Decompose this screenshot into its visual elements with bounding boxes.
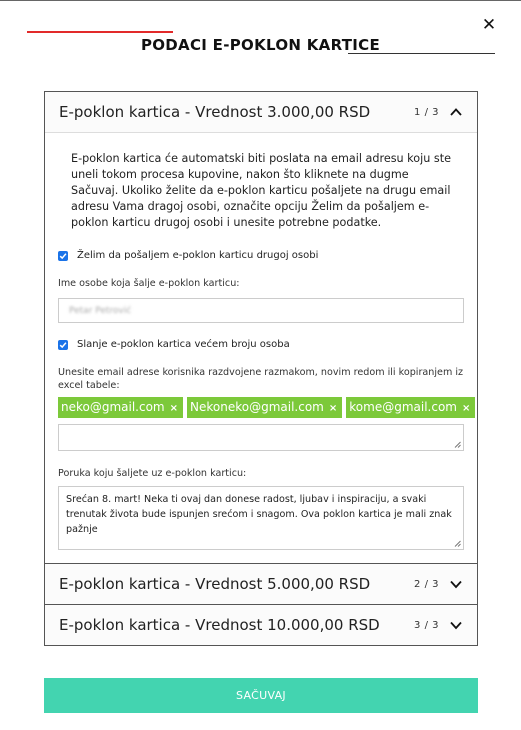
- multiple-recipients-label: Slanje e-poklon kartica većem broju osob…: [77, 339, 290, 350]
- emails-label: Unesite email adrese korisnika razdvojen…: [58, 367, 464, 391]
- message-label: Poruka koju šaljete uz e-poklon karticu:: [58, 468, 247, 479]
- email-tag-text: kome@gmail.com: [349, 400, 457, 414]
- sender-name-value: Petar Petrović: [69, 305, 132, 316]
- save-button[interactable]: SAČUVAJ: [44, 678, 478, 713]
- title-accent-line: [27, 31, 173, 33]
- email-tag-text: neko@gmail.com: [61, 400, 165, 414]
- multiple-recipients-checkbox[interactable]: [58, 339, 68, 350]
- multiple-recipients-row: Slanje e-poklon kartica većem broju osob…: [58, 339, 464, 350]
- accordion-header-card-1[interactable]: E-poklon kartica - Vrednost 3.000,00 RSD…: [45, 92, 477, 132]
- chevron-down-icon[interactable]: [449, 618, 463, 632]
- email-tag: neko@gmail.com ×: [58, 397, 184, 418]
- resize-grip-icon[interactable]: [454, 540, 461, 547]
- accordion-controls: 1 / 3: [414, 105, 463, 119]
- accordion-header-card-2[interactable]: E-poklon kartica - Vrednost 5.000,00 RSD…: [45, 564, 477, 604]
- message-text: Srećan 8. mart! Neka ti ovaj dan donese …: [66, 494, 452, 535]
- checkbox-checked-icon: [59, 341, 67, 348]
- accordion-header-card-3[interactable]: E-poklon kartica - Vrednost 10.000,00 RS…: [45, 605, 477, 645]
- send-to-other-label: Želim da pošaljem e-poklon karticu drugo…: [77, 250, 319, 261]
- remove-tag-icon[interactable]: ×: [329, 403, 337, 414]
- accordion-controls: 3 / 3: [414, 618, 463, 632]
- card-counter: 2 / 3: [414, 578, 439, 590]
- chevron-up-icon[interactable]: [449, 105, 463, 119]
- card-counter: 1 / 3: [414, 106, 439, 118]
- send-to-other-checkbox[interactable]: [58, 250, 68, 261]
- email-tag: Nekoneko@gmail.com ×: [187, 397, 343, 418]
- resize-grip-icon[interactable]: [454, 441, 461, 448]
- gift-card-modal: ✕ PODACI E-POKLON KARTICE E-poklon karti…: [0, 0, 521, 730]
- email-tags: neko@gmail.com × Nekoneko@gmail.com × kome…: [58, 397, 476, 418]
- remove-tag-icon[interactable]: ×: [170, 403, 178, 414]
- checkbox-checked-icon: [59, 252, 67, 259]
- accordion-controls: 2 / 3: [414, 577, 463, 591]
- modal-title: PODACI E-POKLON KARTICE: [140, 36, 381, 54]
- title-underline: [348, 53, 495, 54]
- modal-header: PODACI E-POKLON KARTICE: [0, 31, 521, 57]
- accordion-body-card-1: E-poklon kartica će automatski biti posl…: [45, 132, 477, 563]
- message-textarea[interactable]: Srećan 8. mart! Neka ti ovaj dan donese …: [58, 486, 464, 550]
- email-tag-text: Nekoneko@gmail.com: [190, 400, 324, 414]
- card-counter: 3 / 3: [414, 619, 439, 631]
- gift-card-accordion: E-poklon kartica - Vrednost 3.000,00 RSD…: [44, 91, 478, 646]
- intro-text: E-poklon kartica će automatski biti posl…: [71, 152, 451, 229]
- send-to-other-row: Želim da pošaljem e-poklon karticu drugo…: [58, 250, 464, 261]
- remove-tag-icon[interactable]: ×: [462, 403, 470, 414]
- emails-textarea[interactable]: [58, 424, 464, 451]
- card-title: E-poklon kartica - Vrednost 5.000,00 RSD: [59, 575, 371, 593]
- card-title: E-poklon kartica - Vrednost 3.000,00 RSD: [59, 103, 371, 121]
- card-title: E-poklon kartica - Vrednost 10.000,00 RS…: [59, 616, 380, 634]
- chevron-down-icon[interactable]: [449, 577, 463, 591]
- email-tag: kome@gmail.com ×: [346, 397, 476, 418]
- sender-name-label: Ime osobe koja šalje e-poklon karticu:: [58, 278, 240, 289]
- sender-name-input[interactable]: Petar Petrović: [58, 298, 464, 323]
